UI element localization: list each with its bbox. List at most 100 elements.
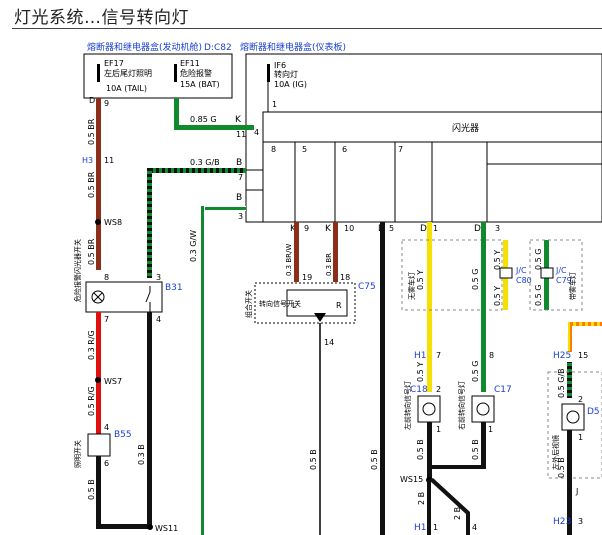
connector-jc-1: J/C <box>515 266 527 275</box>
wire-label-05b-3: 0.5 B <box>370 449 379 470</box>
wire-label-03gw: 0.3 G/W <box>189 230 198 262</box>
wire-yo-v <box>568 322 572 352</box>
pin-19: 19 <box>302 273 312 282</box>
ef17-label: EF17 <box>104 59 124 68</box>
splice-ws8-dot <box>95 219 101 225</box>
fuse-ef17-icon <box>97 64 100 82</box>
wire-label-05rg: 0.5 R/G <box>87 386 96 416</box>
wire-brw <box>294 222 299 282</box>
wire-label-05y-3: 0.5 Y <box>493 250 502 270</box>
fuse-box-engine-label: 熔断器和继电器盒(发动机舱) <box>87 41 202 53</box>
connector-b55: B55 <box>114 430 132 440</box>
wire-label-05y-4: 0.5 Y <box>493 286 502 306</box>
light-switch-box <box>87 433 111 457</box>
wire-label-05g-4: 0.5 G <box>534 285 543 306</box>
connector-h25: H25 <box>553 351 571 361</box>
splice-ws8: WS8 <box>104 218 122 227</box>
wire-br-left <box>96 98 101 270</box>
pin-1: 1 <box>272 100 277 109</box>
pin-4-hz: 4 <box>156 315 161 324</box>
wire-gb-d5 <box>567 362 572 398</box>
rf-lamp-label: 右前转向信号灯 <box>457 381 466 430</box>
wire-label-03gb: 0.3 G/B <box>190 158 220 167</box>
connector-c75: C75 <box>358 282 376 292</box>
pin-4: 4 <box>254 128 259 137</box>
flasher-label: 闪光器 <box>452 122 479 134</box>
fuse-ef11-icon <box>174 64 177 82</box>
pin-6: 6 <box>342 145 347 154</box>
pin-j: J <box>575 487 578 496</box>
wire-rg <box>96 312 101 434</box>
wire-label-03brw: 0.3 BR/W <box>285 244 293 276</box>
ef11-label: EF11 <box>180 59 200 68</box>
turn-switch-r: R <box>336 301 342 310</box>
pin-7b: 7 <box>238 173 243 182</box>
fuse-if6-icon <box>267 64 270 82</box>
pin-3b: 3 <box>495 224 500 233</box>
wire-label-05g-2: 0.5 G <box>471 361 480 382</box>
wire-b-join <box>430 465 486 469</box>
wire-g-rf <box>481 222 486 392</box>
light-switch-label: 照明开关 <box>73 440 82 468</box>
turn-switch-label: 转向信号开关 <box>259 299 301 308</box>
pin-b-1: B <box>236 158 242 168</box>
ef11-desc: 危险报警 <box>180 68 212 78</box>
pin-6-b55: 6 <box>104 459 109 468</box>
ef17-amp: 10A (TAIL) <box>106 84 147 93</box>
connector-c17: C17 <box>494 385 512 395</box>
d5-lamp-icon <box>566 410 580 424</box>
connector-h1: H1 <box>414 351 427 361</box>
lf-lamp-label: 左前转向信号灯 <box>403 381 412 430</box>
wire-label-03br: 0.3 BR <box>325 253 333 276</box>
wire-label-05g-3: 0.5 G <box>534 249 543 270</box>
jc-c80-box <box>499 267 513 279</box>
wire-label-03rg: 0.3 R/G <box>87 330 96 360</box>
wire-label-05br-1: 0.5 BR <box>87 118 96 145</box>
wire-label-05b-2: 0.5 B <box>309 449 318 470</box>
pin-1-c17: 1 <box>488 425 493 434</box>
pin-8-hz: 8 <box>104 273 109 282</box>
connector-c18: C18 <box>410 385 428 395</box>
wire-b-bottom <box>96 524 150 529</box>
wire-2b-a <box>427 480 431 535</box>
wire-label-03b: 0.3 B <box>137 444 146 465</box>
wire-label-05b-5: 0.5 B <box>471 439 480 460</box>
fuse-box-panel-label: 熔断器和继电器盒(仪表板) <box>240 41 346 53</box>
wire-gw-h <box>200 206 246 211</box>
splice-ws11: WS11 <box>155 524 178 533</box>
combo-switch-label: 组合开关 <box>244 290 253 318</box>
pin-1b: 1 <box>433 224 438 233</box>
wire-y-lf <box>427 222 432 392</box>
pin-11-h3: 11 <box>104 156 114 165</box>
splice-ws7: WS7 <box>104 377 122 386</box>
wire-label-05g-1: 0.5 G <box>471 269 480 290</box>
wire-label-05b-6: 0.5 B <box>557 457 566 478</box>
connector-h3: H3 <box>82 156 93 165</box>
pin-8-h1: 8 <box>489 351 494 360</box>
connector-h23: H23 <box>553 517 571 527</box>
wire-label-085g: 0.85 G <box>190 115 217 124</box>
wire-b-lf <box>427 422 432 480</box>
wire-label-2b-2: 2 B <box>453 507 462 520</box>
pin-9-ef17: 9 <box>104 99 109 108</box>
pin-14: 14 <box>324 338 334 347</box>
pin-1-c18: 1 <box>436 425 441 434</box>
pin-7-hz: 7 <box>104 315 109 324</box>
pin-k-top: K <box>235 115 242 125</box>
pin-5b: 5 <box>389 224 394 233</box>
if6-desc: 转向灯 <box>274 69 298 79</box>
connector-c80: C80 <box>516 276 532 285</box>
pin-d-b3: D <box>474 224 481 234</box>
hazard-switch-label: 危险报警闪光器开关 <box>73 239 82 302</box>
pin-9b: 9 <box>304 224 309 233</box>
fuse-box-engine-connector: D:C82 <box>204 43 232 53</box>
pin-4-b55: 4 <box>104 423 109 432</box>
wire-br-c75 <box>333 222 338 282</box>
if6-amp: 10A (IG) <box>274 80 307 89</box>
wiring-diagram: 熔断器和继电器盒(发动机舱) D:C82 EF17 左后尾灯照明 10A (TA… <box>73 41 602 535</box>
pin-7: 7 <box>398 145 403 154</box>
pin-b-2: B <box>236 193 242 203</box>
pin-k-b2: K <box>325 224 332 234</box>
wire-gb-v <box>147 168 152 278</box>
pin-d-ef17: D <box>89 96 95 105</box>
